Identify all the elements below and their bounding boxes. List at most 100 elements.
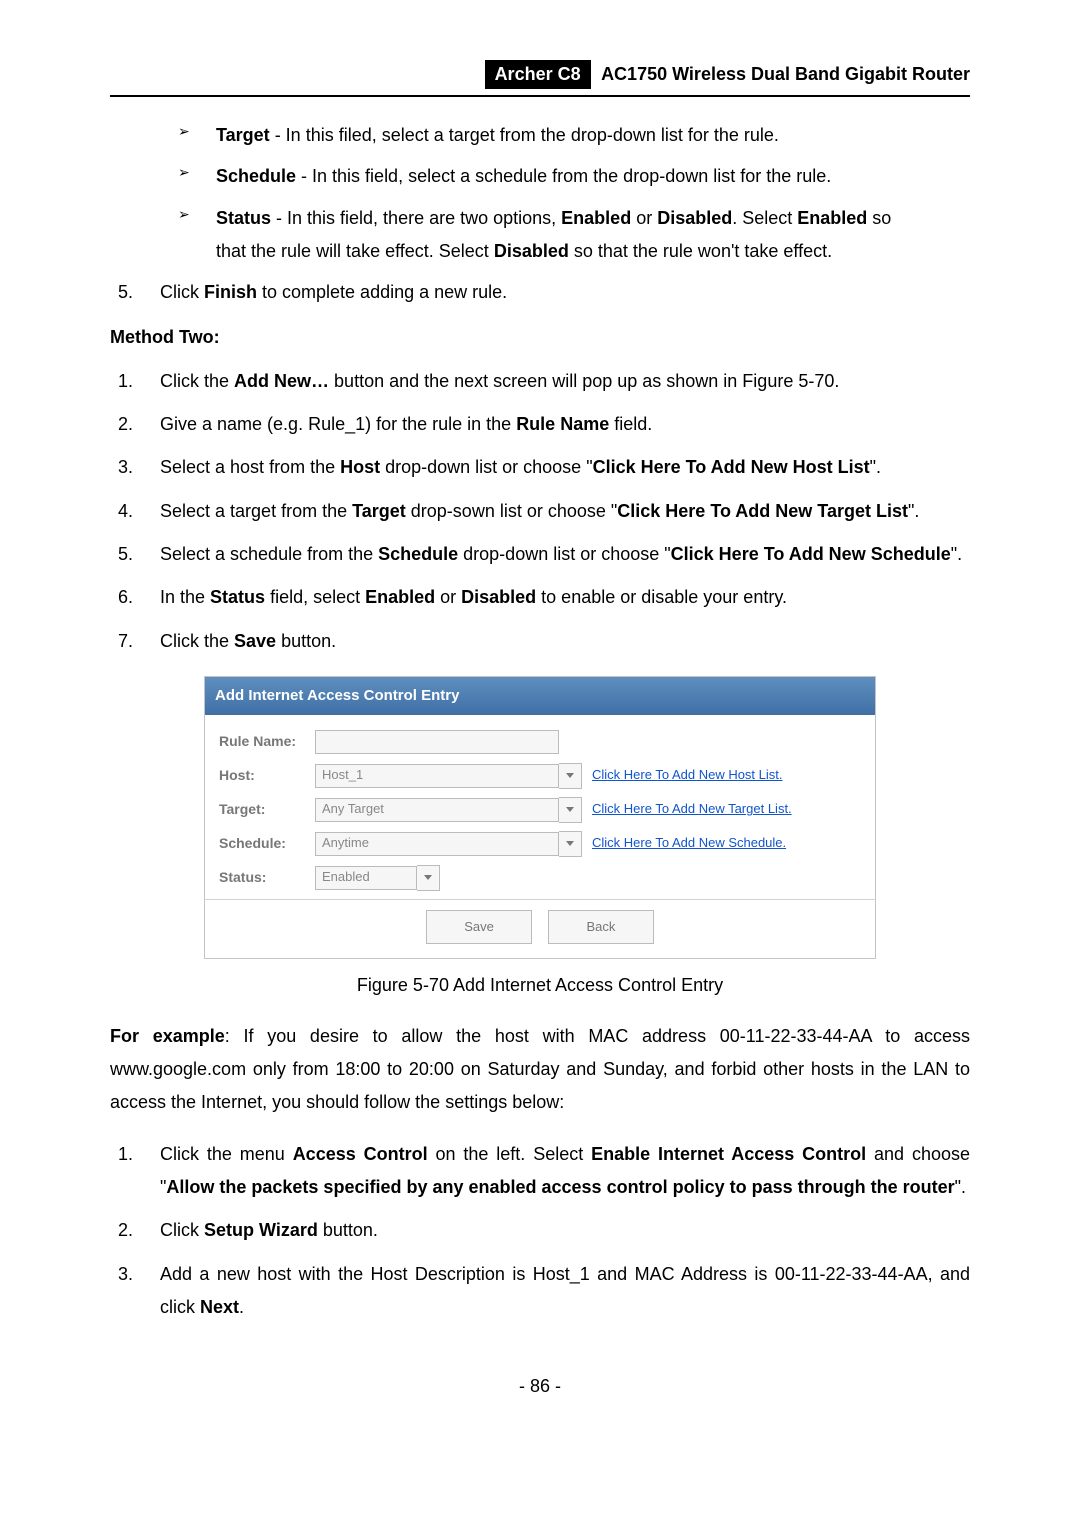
m2s6-en: Enabled xyxy=(365,587,435,607)
label-target: Target: xyxy=(219,797,315,823)
example-bold: For example xyxy=(110,1026,225,1046)
m2-step2: Give a name (e.g. Rule_1) for the rule i… xyxy=(138,408,970,441)
figure-caption: Figure 5-70 Add Internet Access Control … xyxy=(110,969,970,1002)
m2s5-mid: drop-down list or choose " xyxy=(458,544,671,564)
exs1-mid: on the left. Select xyxy=(428,1144,592,1164)
select-host[interactable]: Host_1 xyxy=(315,764,559,788)
m2-step1: Click the Add New… button and the next s… xyxy=(138,365,970,398)
figure-divider xyxy=(205,899,875,900)
m2s4-mid: drop-sown list or choose " xyxy=(406,501,617,521)
exs1-b3: Allow the packets specified by any enabl… xyxy=(166,1177,954,1197)
m2s5-bold2: Click Here To Add New Schedule xyxy=(671,544,951,564)
select-schedule[interactable]: Anytime xyxy=(315,832,559,856)
bullet-list: Target - In this filed, select a target … xyxy=(110,119,970,268)
exs2-b: Setup Wizard xyxy=(204,1220,318,1240)
select-target[interactable]: Any Target xyxy=(315,798,559,822)
save-button[interactable]: Save xyxy=(426,910,532,944)
m2s7-bold: Save xyxy=(234,631,276,651)
m2-step4: Select a target from the Target drop-sow… xyxy=(138,495,970,528)
m2s1-bold: Add New… xyxy=(234,371,329,391)
bullet-status-line1-tail: so xyxy=(867,208,891,228)
m2s3-post: ". xyxy=(870,457,881,477)
bullet-target: Target - In this filed, select a target … xyxy=(172,119,970,152)
label-rule-name: Rule Name: xyxy=(219,729,315,755)
exs2-pre: Click xyxy=(160,1220,204,1240)
bullet-target-text: - In this filed, select a target from th… xyxy=(270,125,779,145)
ex-step2: Click Setup Wizard button. xyxy=(138,1214,970,1247)
exs1-b2: Enable Internet Access Control xyxy=(591,1144,866,1164)
m2s5-post: ". xyxy=(951,544,962,564)
m2s6-bold: Status xyxy=(210,587,265,607)
row-status: Status: Enabled xyxy=(219,865,861,891)
bullet-status-pre: - In this field, there are two options, xyxy=(271,208,561,228)
step5-pre: Click xyxy=(160,282,204,302)
bullet-status-enabled2: Enabled xyxy=(797,208,867,228)
m2s3-mid: drop-down list or choose " xyxy=(380,457,593,477)
link-add-host-list[interactable]: Click Here To Add New Host List. xyxy=(592,763,783,787)
example-paragraph: For example: If you desire to allow the … xyxy=(110,1020,970,1120)
m2s2-post: field. xyxy=(609,414,652,434)
m2s7-post: button. xyxy=(276,631,336,651)
m2s2-pre: Give a name (e.g. Rule_1) for the rule i… xyxy=(160,414,516,434)
bullet-schedule-bold: Schedule xyxy=(216,166,296,186)
label-status: Status: xyxy=(219,865,315,891)
exs3-pre: Add a new host with the Host Description… xyxy=(160,1264,970,1317)
m2s6-or: or xyxy=(435,587,461,607)
chevron-down-icon[interactable] xyxy=(417,865,440,891)
exs2-post: button. xyxy=(318,1220,378,1240)
back-button[interactable]: Back xyxy=(548,910,654,944)
step5-post: to complete adding a new rule. xyxy=(257,282,507,302)
m2s3-bold: Host xyxy=(340,457,380,477)
m2s1-pre: Click the xyxy=(160,371,234,391)
bullet-status: Status - In this field, there are two op… xyxy=(172,202,970,269)
example-text: : If you desire to allow the host with M… xyxy=(110,1026,970,1113)
select-status[interactable]: Enabled xyxy=(315,866,417,890)
m2s6-mid: field, select xyxy=(265,587,365,607)
row-rule-name: Rule Name: xyxy=(219,729,861,755)
method-two-list: Click the Add New… button and the next s… xyxy=(110,365,970,658)
label-schedule: Schedule: xyxy=(219,831,315,857)
header-title: AC1750 Wireless Dual Band Gigabit Router xyxy=(601,64,970,85)
example-steps: Click the menu Access Control on the lef… xyxy=(110,1138,970,1324)
row-schedule: Schedule: Anytime Click Here To Add New … xyxy=(219,831,861,857)
m2s6-pre: In the xyxy=(160,587,210,607)
m2-step3: Select a host from the Host drop-down li… xyxy=(138,451,970,484)
m2s3-bold2: Click Here To Add New Host List xyxy=(593,457,870,477)
m2s3-pre: Select a host from the xyxy=(160,457,340,477)
top-step-list: Click Finish to complete adding a new ru… xyxy=(110,276,970,309)
figure-titlebar: Add Internet Access Control Entry xyxy=(205,677,875,715)
link-add-schedule[interactable]: Click Here To Add New Schedule. xyxy=(592,831,786,855)
page-header: Archer C8 AC1750 Wireless Dual Band Giga… xyxy=(110,60,970,97)
m2s4-bold: Target xyxy=(352,501,406,521)
ex-step1: Click the menu Access Control on the lef… xyxy=(138,1138,970,1205)
m2s4-bold2: Click Here To Add New Target List xyxy=(617,501,908,521)
m2-step6: In the Status field, select Enabled or D… xyxy=(138,581,970,614)
bullet-status-bold: Status xyxy=(216,208,271,228)
chevron-down-icon[interactable] xyxy=(559,763,582,789)
figure-body: Rule Name: Host: Host_1 Click Here To Ad… xyxy=(205,715,875,958)
bullet-status-line2-tail: so that the rule won't take effect. xyxy=(569,241,832,261)
m2s5-bold: Schedule xyxy=(378,544,458,564)
step5-finish: Finish xyxy=(204,282,257,302)
m2s6-dis: Disabled xyxy=(461,587,536,607)
header-model: Archer C8 xyxy=(485,60,591,89)
m2s4-pre: Select a target from the xyxy=(160,501,352,521)
method-two-heading: Method Two: xyxy=(110,321,970,354)
bullet-status-line2-pre: that the rule will take effect. Select xyxy=(216,241,494,261)
top-step-5: Click Finish to complete adding a new ru… xyxy=(138,276,970,309)
figure-panel: Add Internet Access Control Entry Rule N… xyxy=(204,676,876,959)
m2s1-post: button and the next screen will pop up a… xyxy=(329,371,839,391)
bullet-status-line2: that the rule will take effect. Select D… xyxy=(216,235,970,268)
chevron-down-icon[interactable] xyxy=(559,831,582,857)
bullet-schedule-text: - In this field, select a schedule from … xyxy=(296,166,831,186)
ex-step3: Add a new host with the Host Description… xyxy=(138,1258,970,1325)
m2s2-bold: Rule Name xyxy=(516,414,609,434)
m2-step7: Click the Save button. xyxy=(138,625,970,658)
exs3-b: Next xyxy=(200,1297,239,1317)
label-host: Host: xyxy=(219,763,315,789)
chevron-down-icon[interactable] xyxy=(559,797,582,823)
row-target: Target: Any Target Click Here To Add New… xyxy=(219,797,861,823)
input-rule-name[interactable] xyxy=(315,730,559,754)
bullet-status-select: . Select xyxy=(732,208,797,228)
link-add-target-list[interactable]: Click Here To Add New Target List. xyxy=(592,797,792,821)
